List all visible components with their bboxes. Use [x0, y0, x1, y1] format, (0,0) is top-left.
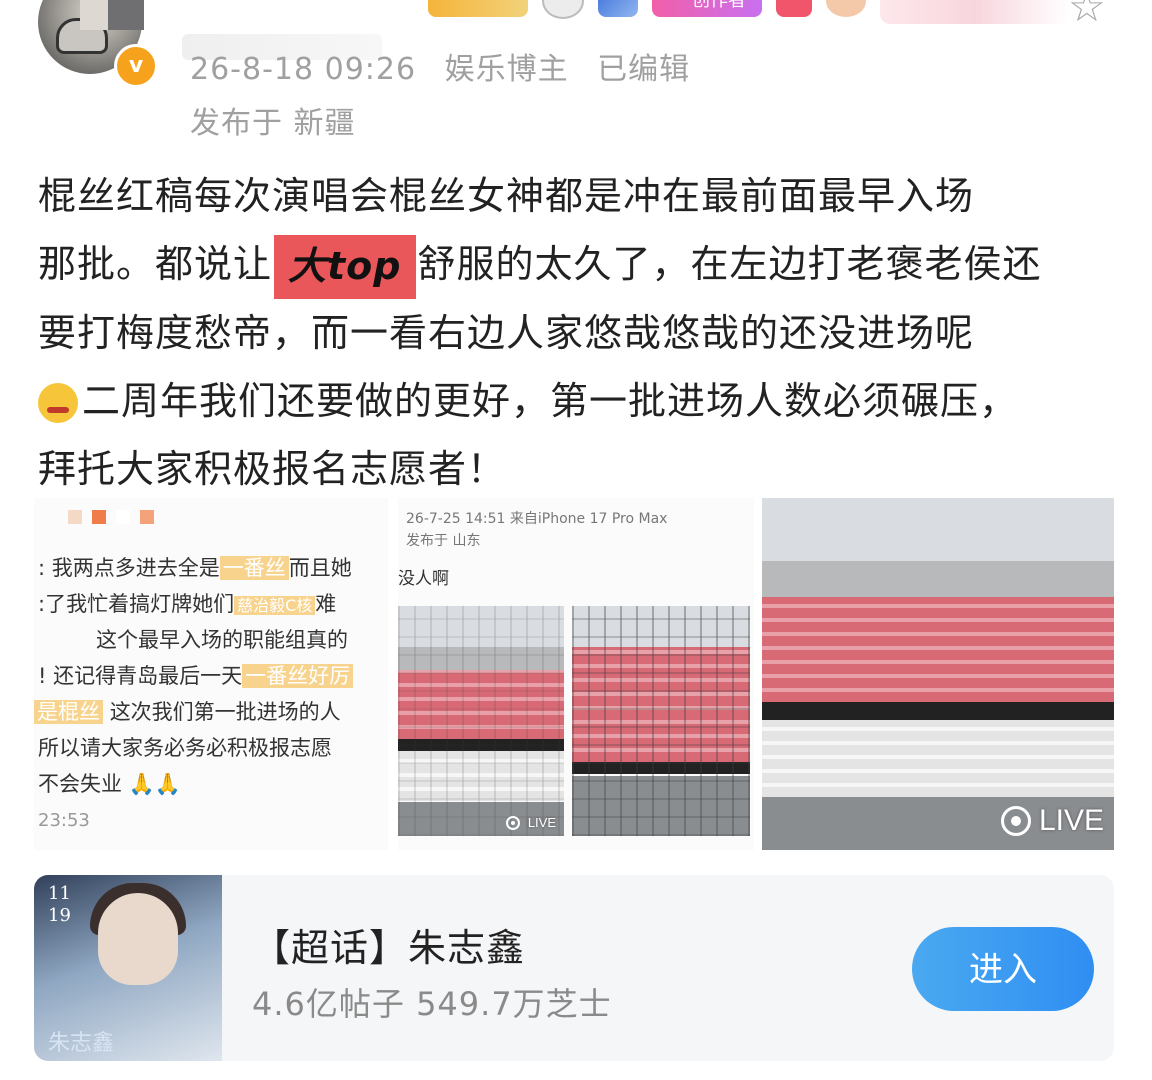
red-badge-icon[interactable]: [776, 0, 812, 17]
stadium-photo-right: [572, 606, 750, 836]
live-badge: LIVE: [505, 815, 556, 830]
post-line: 棍丝红稿每次演唱会棍丝女神都是冲在最前面最早入场: [38, 174, 975, 218]
topic-title: 【超话】朱志鑫: [252, 926, 526, 970]
badge-row: 创作者: [428, 0, 866, 19]
post-image-2[interactable]: 26-7-25 14:51 来自iPhone 17 Pro Max 发布于 山东…: [398, 498, 754, 850]
star-icon[interactable]: ☆: [1068, 0, 1106, 31]
post-location: 发布于 新疆: [190, 106, 356, 141]
chat-line: 是棍丝 这次我们第一批进场的人: [34, 696, 341, 726]
post-body: 棍丝红稿每次演唱会棍丝女神都是冲在最前面最早入场 那批。都说让 大top 舒服的太久…: [38, 162, 1118, 503]
highlight-sticker: 大top: [274, 234, 416, 299]
post-line: 拜托大家积极报名志愿者！: [38, 446, 507, 491]
enter-button[interactable]: 进入: [912, 927, 1094, 1011]
repost-meta: 26-7-25 14:51 来自iPhone 17 Pro Max: [406, 511, 668, 527]
blue-badge-icon[interactable]: [598, 0, 638, 17]
repost-text: 没人啊: [398, 569, 449, 589]
repost-location: 发布于 山东: [406, 533, 481, 549]
chat-line: :了我忙着搞灯牌她们 慈治毅C核难: [38, 592, 337, 616]
decoration-banner: [880, 0, 1070, 24]
post-image-3[interactable]: LIVE: [762, 498, 1114, 850]
chat-line: : 我两点多进去全是 一番丝 而且她: [38, 556, 352, 580]
stadium-photo-left: LIVE: [398, 606, 564, 836]
post-meta: 26-8-18 09:26 娱乐博主 已编辑: [190, 44, 708, 88]
cover-date: 11 19: [48, 883, 71, 926]
chat-line: 所以请大家务必务必积极报志愿: [38, 736, 332, 760]
topic-stats: 4.6亿帖子 549.7万芝士: [252, 985, 612, 1023]
chat-time: 23:53: [38, 810, 90, 831]
post-text-span: 二周年我们还要做的更好，第一批进场人数必须碾压，: [82, 378, 1019, 423]
edited-label[interactable]: 已编辑: [597, 52, 690, 87]
gold-badge-icon[interactable]: [428, 0, 528, 17]
panda-badge-icon[interactable]: [542, 0, 584, 19]
chat-line: ! 还记得青岛最后一天 一番丝好厉: [38, 660, 354, 690]
chat-line: 不会失业 🙏🙏: [38, 772, 181, 796]
post-text-span: 舒服的太久了，在左边打老褒老侯还: [417, 242, 1042, 286]
post-line: 二周年我们还要做的更好，第一批进场人数必须碾压，: [38, 367, 1118, 435]
post-category: 娱乐博主: [444, 52, 569, 87]
mosaic-block: [80, 0, 108, 30]
mosaic-block: [108, 0, 144, 30]
verified-badge-icon: v: [114, 44, 158, 88]
post-text-span: 那批。都说让: [38, 242, 273, 286]
live-icon: [505, 815, 520, 830]
mosaic-dots: [68, 510, 154, 524]
post-line: 那批。都说让 大top 舒服的太久了，在左边打老褒老侯还: [38, 230, 1118, 299]
super-topic-card[interactable]: 11 19 朱志鑫 【超话】朱志鑫 4.6亿帖子 549.7万芝士 进入: [34, 875, 1114, 1061]
cover-text: 朱志鑫: [48, 1031, 115, 1056]
post-time: 26-8-18 09:26: [190, 52, 417, 87]
topic-cover-image: 11 19 朱志鑫: [34, 875, 222, 1061]
live-icon: [1000, 806, 1031, 836]
orange-badge-icon[interactable]: [826, 0, 866, 17]
creator-badge[interactable]: 创作者: [652, 0, 762, 17]
sweat-smile-emoji-icon: [38, 383, 78, 423]
post-line: 要打梅度愁帝，而一看右边人家悠哉悠哉的还没进场呢: [38, 310, 975, 355]
chat-line: 这个最早入场的职能组真的: [96, 628, 348, 652]
live-badge: LIVE: [1000, 804, 1104, 838]
post-image-1[interactable]: : 我两点多进去全是 一番丝 而且她 :了我忙着搞灯牌她们 慈治毅C核难 这个最早入场…: [34, 498, 388, 850]
